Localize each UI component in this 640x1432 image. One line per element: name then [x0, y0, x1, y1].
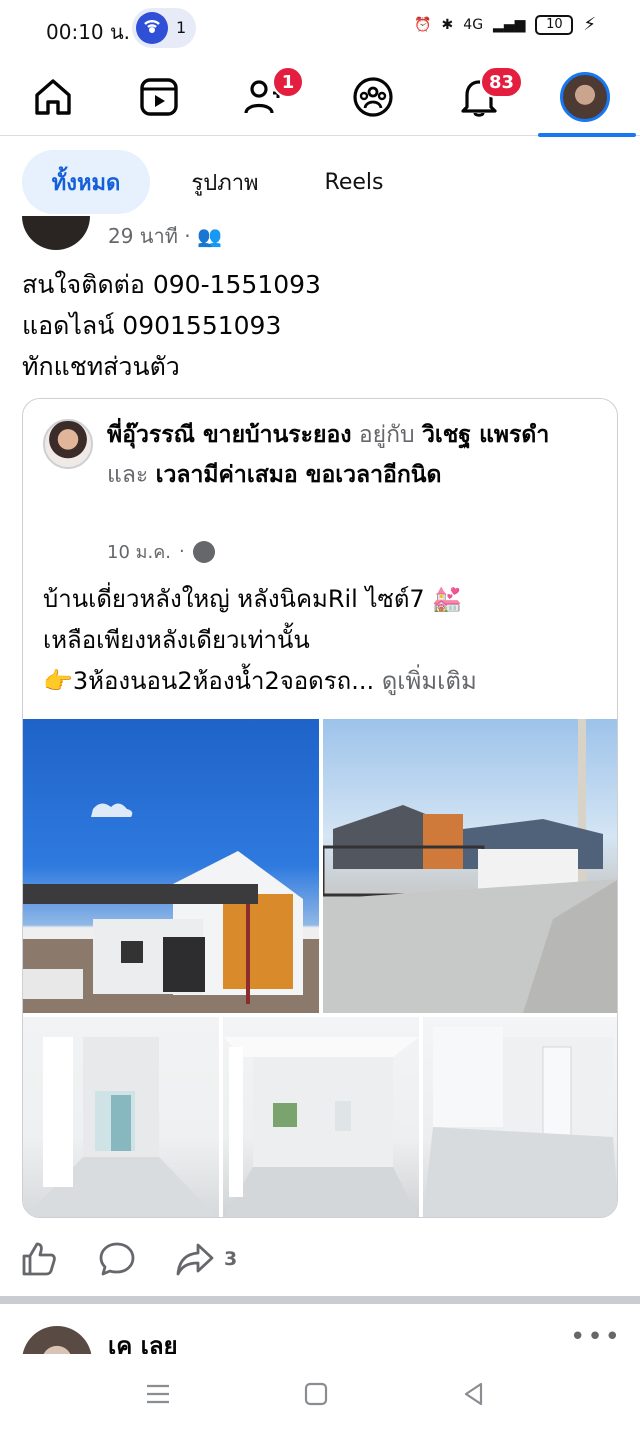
with-text: อยู่กับ	[358, 422, 415, 448]
tagged-user[interactable]: วิเชฐ แพรดำ	[422, 422, 549, 448]
recent-apps-button[interactable]	[128, 1374, 188, 1414]
shared-post-card[interactable]: พี่อุ๊วรรณี ขายบ้านระยอง อยู่กับ วิเชฐ แ…	[22, 398, 618, 1218]
shared-post-header: พี่อุ๊วรรณี ขายบ้านระยอง อยู่กับ วิเชฐ แ…	[107, 415, 587, 495]
post-line: แอดไลน์ 0901551093	[22, 311, 282, 340]
status-bar: 00:10 น. 1 ⏰ ✱ 4G ▂▄▆ 10 ⚡	[0, 0, 640, 58]
hotspot-count: 1	[176, 18, 187, 37]
comment-button[interactable]	[98, 1234, 136, 1284]
share-count: 3	[224, 1248, 238, 1270]
post-header: 29 นาที · 👥	[0, 216, 640, 252]
comment-icon	[99, 1242, 135, 1276]
shared-post-time[interactable]: 10 ม.ค. ·	[107, 537, 215, 566]
charging-icon: ⚡	[583, 14, 596, 35]
friends-audience-icon: 👥	[196, 224, 222, 248]
filter-photos[interactable]: รูปภาพ	[170, 150, 280, 214]
nav-friends[interactable]: 1	[212, 58, 318, 136]
house-exterior-photo[interactable]	[23, 719, 319, 1013]
next-post-header: เค เลย •••	[0, 1304, 640, 1354]
network-label: 4G	[463, 16, 484, 33]
share-icon	[176, 1243, 214, 1276]
bedroom-photo[interactable]	[423, 1017, 617, 1217]
battery-icon: 10	[535, 14, 574, 35]
post-actions: 3	[0, 1234, 640, 1284]
shared-line: บ้านเดี่ยวหลังใหญ่ หลังนิคมRil ไซต์7 💒	[43, 585, 463, 613]
back-triangle-icon	[464, 1382, 483, 1406]
shared-post-text: บ้านเดี่ยวหลังใหญ่ หลังนิคมRil ไซต์7 💒 เ…	[43, 579, 603, 702]
bluetooth-icon: ✱	[441, 16, 454, 33]
square-icon	[304, 1382, 328, 1406]
post-body: สนใจติดต่อ 090-1551093 แอดไลน์ 090155109…	[22, 264, 622, 387]
post-line: สนใจติดต่อ 090-1551093	[22, 270, 321, 299]
tagged-user[interactable]: เวลามีค่าเสมอ ขอเวลาอีกนิด	[156, 462, 442, 488]
filter-all[interactable]: ทั้งหมด	[22, 150, 150, 214]
and-text: และ	[107, 462, 149, 488]
share-button[interactable]: 3	[176, 1234, 237, 1284]
avatar[interactable]	[22, 216, 90, 250]
more-options-icon[interactable]: •••	[570, 1322, 622, 1352]
notifications-badge: 83	[480, 66, 524, 98]
nav-notifications[interactable]: 83	[426, 58, 532, 136]
status-time: 00:10 น.	[46, 20, 131, 44]
avatar[interactable]	[43, 419, 93, 469]
nav-groups[interactable]	[320, 58, 426, 136]
feed-separator	[0, 1296, 640, 1304]
menu-icon	[147, 1384, 169, 1404]
profile-avatar	[560, 72, 610, 122]
nav-home[interactable]	[0, 58, 106, 136]
globe-icon	[192, 540, 215, 563]
shared-line: เหลือเพียงหลังเดียวเท่านั้น	[43, 626, 310, 654]
home-icon	[35, 79, 71, 115]
groups-icon	[353, 77, 393, 117]
top-navigation: 1 83	[0, 58, 640, 137]
hallway-photo[interactable]	[23, 1017, 219, 1217]
nav-profile[interactable]	[532, 58, 638, 136]
shared-line: 👉3ห้องนอน2ห้องน้ำ2จอดรถ...	[43, 667, 375, 695]
active-tab-indicator	[538, 133, 636, 137]
living-room-photo[interactable]	[223, 1017, 419, 1217]
system-navigation-bar	[0, 1354, 640, 1432]
signal-icon: ▂▄▆	[493, 16, 526, 33]
home-button[interactable]	[286, 1374, 346, 1414]
nav-video[interactable]	[106, 58, 212, 136]
shared-author[interactable]: พี่อุ๊วรรณี ขายบ้านระยอง	[107, 422, 352, 448]
next-post-author[interactable]: เค เลย	[108, 1326, 178, 1354]
like-button[interactable]	[20, 1234, 58, 1284]
street-view-photo[interactable]	[323, 719, 617, 1013]
back-button[interactable]	[444, 1374, 504, 1414]
see-more-link[interactable]: ดูเพิ่มเติม	[382, 667, 477, 695]
hotspot-icon	[136, 12, 168, 44]
friends-badge: 1	[272, 66, 304, 98]
video-icon	[140, 78, 178, 116]
status-icons: ⏰ ✱ 4G ▂▄▆ 10 ⚡	[414, 14, 596, 35]
like-icon	[22, 1242, 56, 1276]
avatar[interactable]	[22, 1326, 92, 1354]
post-time: 29 นาที · 👥	[108, 224, 222, 248]
hotspot-indicator[interactable]: 1	[132, 8, 196, 48]
post-line: ทักแชทส่วนตัว	[22, 352, 180, 381]
alarm-icon: ⏰	[414, 16, 432, 33]
filter-reels[interactable]: Reels	[302, 150, 406, 214]
filter-bar: ทั้งหมด รูปภาพ Reels	[0, 150, 640, 216]
